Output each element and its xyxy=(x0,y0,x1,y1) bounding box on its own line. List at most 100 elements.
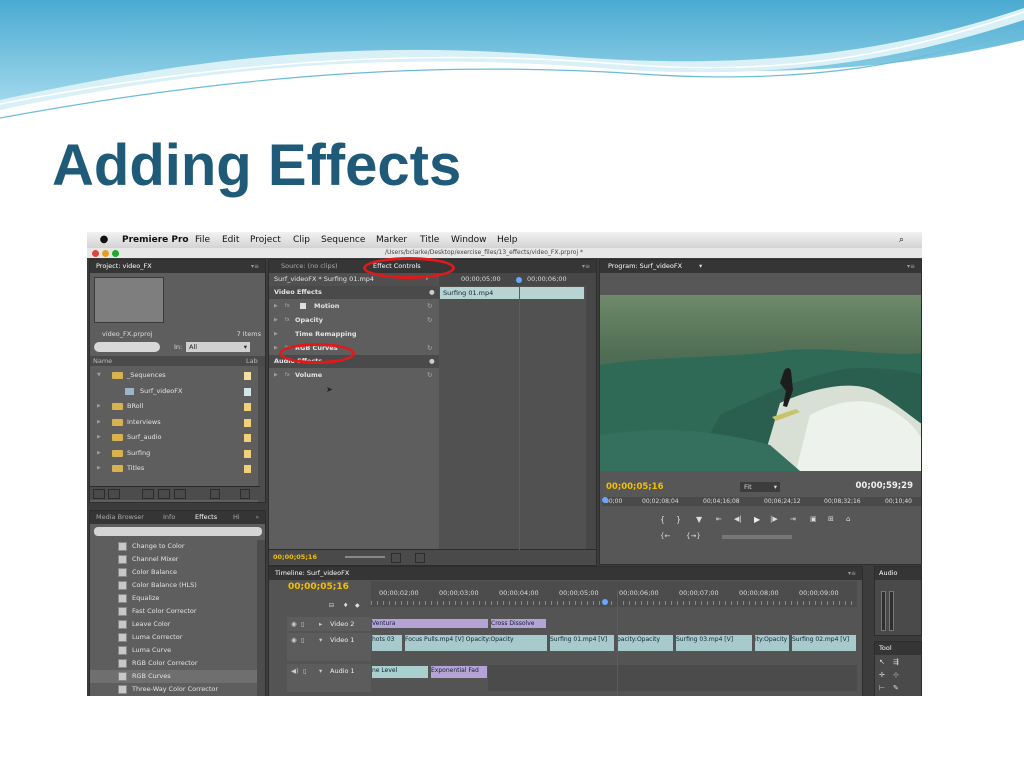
project-item[interactable]: Surf_videoFX xyxy=(90,384,262,400)
effect-row-volume[interactable]: ▶ fx Volume ↻ xyxy=(269,368,439,382)
step-back-icon[interactable]: ◀| xyxy=(734,515,742,523)
tab-source[interactable]: Source: (no clips) xyxy=(281,260,338,273)
timeline-clip[interactable]: Surfing 03.mp4 [V] xyxy=(675,634,753,652)
menu-project[interactable]: Project xyxy=(250,232,281,248)
effect-controls-ruler[interactable]: 00;00;05;00 00;00;06;00 xyxy=(439,273,586,286)
in-filter-select[interactable]: All ▾ xyxy=(186,342,250,352)
project-item[interactable]: ▶ BRoll xyxy=(90,399,262,415)
project-item[interactable]: ▶ Surfing xyxy=(90,446,262,462)
transition-clip[interactable]: Cross Dissolve xyxy=(490,618,547,629)
go-to-out-icon[interactable]: ⇥ xyxy=(790,515,796,523)
timeline-clip[interactable]: Ventura xyxy=(371,618,489,629)
panel-menu-icon[interactable]: ▾≡ xyxy=(848,567,856,580)
apple-icon[interactable]: ● xyxy=(99,232,109,248)
disclosure-triangle-icon[interactable]: ▾ xyxy=(319,664,322,678)
speaker-icon[interactable]: ◀) xyxy=(291,664,299,678)
panel-menu-icon[interactable]: ▾≡ xyxy=(251,260,259,273)
playhead-marker-icon[interactable] xyxy=(602,599,608,605)
export-frame-button[interactable] xyxy=(415,553,425,563)
timeline-timecode[interactable]: 00;00;05;16 xyxy=(288,582,349,592)
icon-view-button[interactable] xyxy=(108,489,120,499)
project-item[interactable]: ▶ Interviews xyxy=(90,415,262,431)
column-name-header[interactable]: Name xyxy=(93,356,112,366)
eye-icon[interactable]: ◉ xyxy=(291,617,297,631)
lock-icon[interactable]: ▯ xyxy=(303,664,307,678)
menu-edit[interactable]: Edit xyxy=(222,232,239,248)
find-button[interactable] xyxy=(142,489,154,499)
tab-media-browser[interactable]: Media Browser xyxy=(96,511,144,524)
scroll-right-button[interactable] xyxy=(240,489,250,499)
slip-tool-icon[interactable]: ✎ xyxy=(893,684,899,692)
effect-list-item[interactable]: RGB Color Corrector xyxy=(90,657,257,670)
disclosure-triangle-icon[interactable]: ▶ xyxy=(97,446,101,462)
chevron-down-icon[interactable]: ▾ xyxy=(699,260,702,273)
selection-tool-icon[interactable]: ↖ xyxy=(879,658,885,666)
disclosure-triangle-icon[interactable]: ▶ xyxy=(274,341,278,355)
track-select-tool-icon[interactable]: ⇶ xyxy=(893,658,899,666)
info-icon[interactable]: ● xyxy=(429,286,435,299)
project-search-input[interactable] xyxy=(94,342,160,352)
zoom-slider[interactable] xyxy=(345,556,385,558)
play-icon[interactable]: ▶ xyxy=(754,515,760,524)
go-to-in-icon[interactable]: ⇤ xyxy=(716,515,722,523)
effect-list-item[interactable]: Color Balance xyxy=(90,566,257,579)
info-icon[interactable]: ● xyxy=(429,355,435,368)
tab-history[interactable]: Hi xyxy=(233,511,240,524)
new-bin-button[interactable] xyxy=(158,489,170,499)
program-timecode[interactable]: 00;00;05;16 xyxy=(606,482,664,492)
ripple-edit-tool-icon[interactable]: ✛ xyxy=(879,671,885,679)
effect-controls-timecode[interactable]: 00;00;05;16 xyxy=(273,553,317,561)
zoom-window-button[interactable] xyxy=(112,250,119,257)
effect-list-item[interactable]: Change to Color xyxy=(90,540,257,553)
tab-program[interactable]: Program: Surf_videoFX xyxy=(608,260,682,273)
project-item[interactable]: ▼ _Sequences xyxy=(90,368,262,384)
extract-icon[interactable]: ⊞ xyxy=(828,515,834,523)
effect-list-item[interactable]: Luma Corrector xyxy=(90,631,257,644)
reset-icon[interactable]: ↻ xyxy=(427,313,432,327)
menu-sequence[interactable]: Sequence xyxy=(321,232,365,248)
spotlight-search-icon[interactable]: ⌕ xyxy=(899,232,904,248)
lift-icon[interactable]: ▣ xyxy=(810,515,817,523)
menu-title[interactable]: Title xyxy=(420,232,439,248)
close-window-button[interactable] xyxy=(92,250,99,257)
menu-help[interactable]: Help xyxy=(497,232,518,248)
marker-icon[interactable]: ♦ xyxy=(343,602,348,609)
effect-list-item[interactable]: Luma Curve xyxy=(90,644,257,657)
timeline-clip[interactable]: Surfing 01.mp4 [V] xyxy=(549,634,615,652)
disclosure-triangle-icon[interactable]: ▶ xyxy=(274,313,278,327)
list-view-button[interactable] xyxy=(93,489,105,499)
disclosure-triangle-icon[interactable]: ▶ xyxy=(274,368,278,382)
disclosure-triangle-icon[interactable]: ▾ xyxy=(319,633,322,647)
timeline-clip[interactable]: hots 03 xyxy=(371,634,403,652)
timeline-clip[interactable]: Surfing 02.mp4 [V] xyxy=(791,634,857,652)
timeline-clip[interactable]: ity:Opacity xyxy=(754,634,790,652)
effect-controls-scrollbar[interactable] xyxy=(586,273,596,549)
effect-list-item[interactable]: Channel Mixer xyxy=(90,553,257,566)
tab-audio[interactable]: Audio xyxy=(879,567,897,580)
keyframe-icon[interactable]: ◆ xyxy=(355,602,360,609)
effect-list-item[interactable]: Three-Way Color Corrector xyxy=(90,683,257,696)
razor-tool-icon[interactable]: ⊢ xyxy=(879,684,885,692)
effect-row-opacity[interactable]: ▶ fx Opacity ↻ xyxy=(269,313,439,327)
tab-effects[interactable]: Effects xyxy=(195,511,217,524)
lock-icon[interactable]: ▯ xyxy=(301,633,305,647)
timeline-clip[interactable]: Focus Pulls.mp4 [V] Opacity:Opacity xyxy=(404,634,548,652)
disclosure-triangle-icon[interactable]: ▸ xyxy=(319,617,322,631)
tab-info[interactable]: Info xyxy=(163,511,175,524)
disclosure-triangle-icon[interactable]: ▶ xyxy=(274,299,278,313)
audio-clip[interactable]: ne Level xyxy=(371,665,429,679)
disclosure-triangle-icon[interactable]: ▼ xyxy=(97,368,101,384)
eye-icon[interactable]: ◉ xyxy=(291,633,297,647)
tab-tools[interactable]: Tool xyxy=(879,642,892,655)
timeline-ruler[interactable]: 00;00;02;00 00;00;03;00 00;00;04;00 00;0… xyxy=(371,581,857,607)
jog-shuttle-slider[interactable] xyxy=(722,535,792,539)
fit-zoom-select[interactable]: Fit ▾ xyxy=(740,482,780,492)
disclosure-triangle-icon[interactable]: ▶ xyxy=(274,327,278,341)
audio-transition-clip[interactable]: Exponential Fad xyxy=(430,665,488,679)
tab-timeline[interactable]: Timeline: Surf_videoFX xyxy=(275,567,349,580)
reset-icon[interactable]: ↻ xyxy=(427,299,432,313)
effect-clip-bar[interactable]: Surfing 01.mp4 xyxy=(440,287,584,299)
export-frame-icon[interactable]: ⌂ xyxy=(846,515,850,523)
column-label-header[interactable]: Lab xyxy=(246,356,258,366)
effects-scrollbar[interactable] xyxy=(257,540,265,696)
